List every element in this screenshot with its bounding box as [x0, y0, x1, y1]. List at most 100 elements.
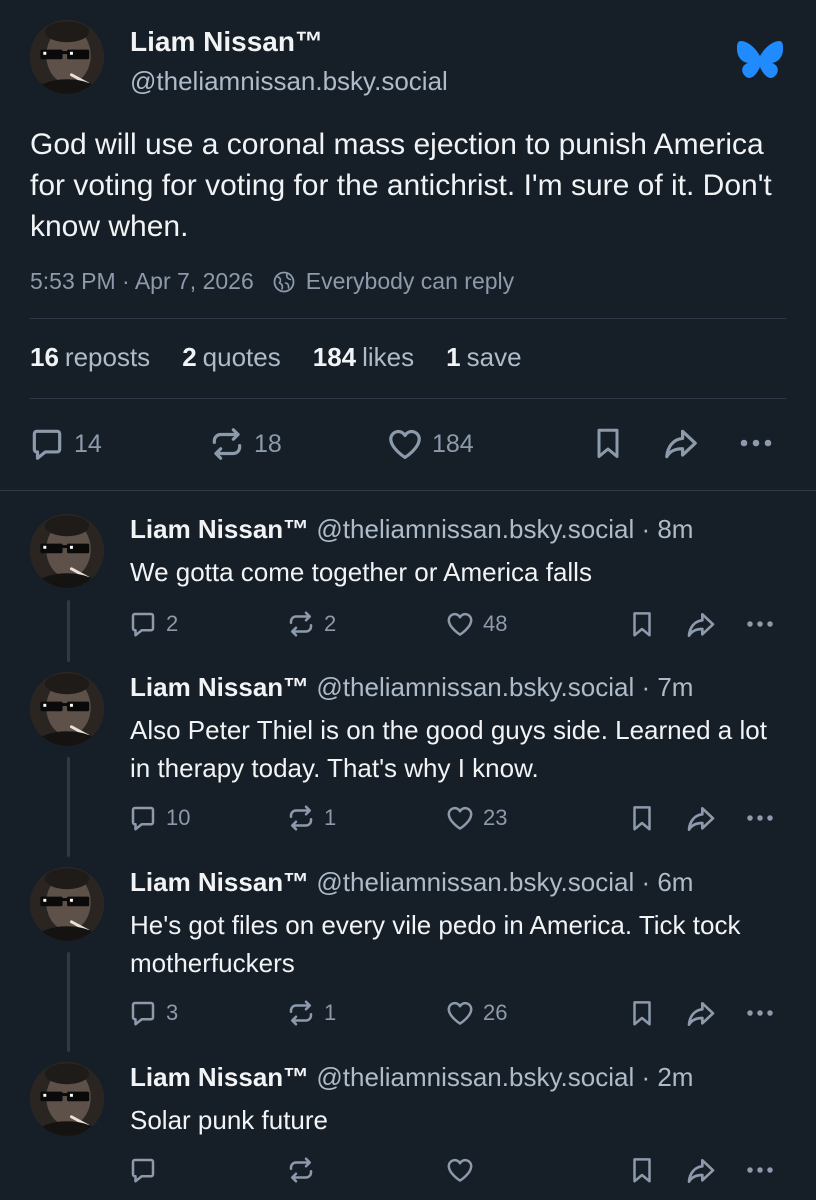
- share-arrow-icon: [662, 425, 700, 463]
- thread-line: [67, 600, 70, 662]
- reply-author-handle: @theliamnissan.bsky.social: [316, 1062, 635, 1092]
- speech-bubble-icon: [128, 609, 158, 639]
- reply-avatar[interactable]: [30, 1062, 104, 1136]
- butterfly-icon: [736, 40, 784, 82]
- reply-author-handle: @theliamnissan.bsky.social: [316, 672, 635, 702]
- like-button[interactable]: 184: [386, 425, 474, 463]
- reply-avatar[interactable]: [30, 867, 104, 941]
- reply-button[interactable]: [128, 1155, 158, 1185]
- reply-button[interactable]: 2: [128, 609, 178, 639]
- speech-bubble-icon: [28, 425, 66, 463]
- reply-author-name: Liam Nissan™: [130, 514, 310, 544]
- reply-time: · 8m: [634, 514, 694, 544]
- reply-setting[interactable]: Everybody can reply: [306, 268, 514, 295]
- ellipsis-icon: [745, 1155, 775, 1185]
- reply-header[interactable]: Liam Nissan™ @theliamnissan.bsky.social …: [130, 867, 693, 898]
- like-button[interactable]: [445, 1155, 475, 1185]
- share-arrow-icon: [685, 1155, 717, 1187]
- share-button[interactable]: [685, 1155, 717, 1187]
- reply-author-name: Liam Nissan™: [130, 867, 310, 897]
- share-button[interactable]: [685, 803, 717, 835]
- bookmark-button[interactable]: [627, 1155, 657, 1185]
- repost-button[interactable]: 2: [286, 609, 336, 639]
- post-timestamp[interactable]: 5:53 PM · Apr 7, 2026: [30, 268, 254, 295]
- stat-saves[interactable]: 1 save: [446, 342, 521, 373]
- author-name[interactable]: Liam Nissan™: [130, 26, 323, 58]
- like-button[interactable]: 48: [445, 609, 507, 639]
- reply-author-name: Liam Nissan™: [130, 1062, 310, 1092]
- like-button[interactable]: 26: [445, 998, 507, 1028]
- share-button[interactable]: [685, 998, 717, 1030]
- share-button[interactable]: [685, 609, 717, 641]
- thread-line: [67, 952, 70, 1052]
- reply-avatar[interactable]: [30, 514, 104, 588]
- globe-icon: [272, 270, 296, 294]
- thread-line: [67, 757, 70, 857]
- reply-button[interactable]: 10: [128, 803, 190, 833]
- repost-button[interactable]: [286, 1155, 316, 1185]
- speech-bubble-icon: [128, 803, 158, 833]
- ellipsis-icon: [745, 998, 775, 1028]
- stat-quotes[interactable]: 2 quotes: [182, 342, 281, 373]
- reply-button[interactable]: 14: [28, 425, 102, 463]
- reply-button[interactable]: 3: [128, 998, 178, 1028]
- repost-arrows-icon: [286, 998, 316, 1028]
- heart-icon: [445, 1155, 475, 1185]
- reply-header[interactable]: Liam Nissan™ @theliamnissan.bsky.social …: [130, 672, 693, 703]
- reply-text: He's got files on every vile pedo in Ame…: [130, 910, 741, 978]
- bookmark-icon: [627, 803, 657, 833]
- ellipsis-icon: [738, 425, 774, 461]
- post-meta: 5:53 PM · Apr 7, 2026 Everybody can repl…: [30, 268, 514, 295]
- reply-time: · 7m: [634, 672, 694, 702]
- stat-reposts[interactable]: 16 reposts: [30, 342, 150, 373]
- more-button[interactable]: [738, 425, 774, 461]
- reply-author-handle: @theliamnissan.bsky.social: [316, 514, 635, 544]
- repost-button[interactable]: 18: [208, 425, 282, 463]
- bookmark-icon: [627, 1155, 657, 1185]
- share-arrow-icon: [685, 803, 717, 835]
- bookmark-button[interactable]: [627, 998, 657, 1028]
- more-button[interactable]: [745, 803, 775, 833]
- repost-arrows-icon: [208, 425, 246, 463]
- repost-button[interactable]: 1: [286, 998, 336, 1028]
- author-handle[interactable]: @theliamnissan.bsky.social: [130, 66, 448, 97]
- heart-icon: [445, 803, 475, 833]
- heart-icon: [445, 998, 475, 1028]
- reply-author-name: Liam Nissan™: [130, 672, 310, 702]
- ellipsis-icon: [745, 803, 775, 833]
- post-stats: 16 reposts 2 quotes 184 likes 1 save: [30, 342, 554, 373]
- repost-button[interactable]: 1: [286, 803, 336, 833]
- author-avatar[interactable]: [30, 20, 104, 94]
- reply-text: Also Peter Thiel is on the good guys sid…: [130, 715, 767, 783]
- more-button[interactable]: [745, 998, 775, 1028]
- bookmark-button[interactable]: [627, 609, 657, 639]
- heart-icon: [386, 425, 424, 463]
- bookmark-button[interactable]: [627, 803, 657, 833]
- share-arrow-icon: [685, 609, 717, 641]
- repost-arrows-icon: [286, 803, 316, 833]
- ellipsis-icon: [745, 609, 775, 639]
- stat-likes[interactable]: 184 likes: [313, 342, 414, 373]
- reply-text: We gotta come together or America falls: [130, 557, 592, 587]
- reply-header[interactable]: Liam Nissan™ @theliamnissan.bsky.social …: [130, 1062, 693, 1093]
- reply-text: Solar punk future: [130, 1105, 329, 1135]
- bookmark-icon: [627, 609, 657, 639]
- bookmark-button[interactable]: [590, 425, 626, 461]
- reply-avatar[interactable]: [30, 672, 104, 746]
- reply-header[interactable]: Liam Nissan™ @theliamnissan.bsky.social …: [130, 514, 693, 545]
- bookmark-icon: [627, 998, 657, 1028]
- bookmark-icon: [590, 425, 626, 461]
- divider: [30, 318, 786, 319]
- speech-bubble-icon: [128, 1155, 158, 1185]
- repost-arrows-icon: [286, 609, 316, 639]
- more-button[interactable]: [745, 609, 775, 639]
- reply-time: · 6m: [634, 867, 694, 897]
- share-button[interactable]: [662, 425, 700, 463]
- reply-author-handle: @theliamnissan.bsky.social: [316, 867, 635, 897]
- divider: [0, 490, 816, 491]
- like-button[interactable]: 23: [445, 803, 507, 833]
- more-button[interactable]: [745, 1155, 775, 1185]
- repost-arrows-icon: [286, 1155, 316, 1185]
- divider: [30, 398, 786, 399]
- speech-bubble-icon: [128, 998, 158, 1028]
